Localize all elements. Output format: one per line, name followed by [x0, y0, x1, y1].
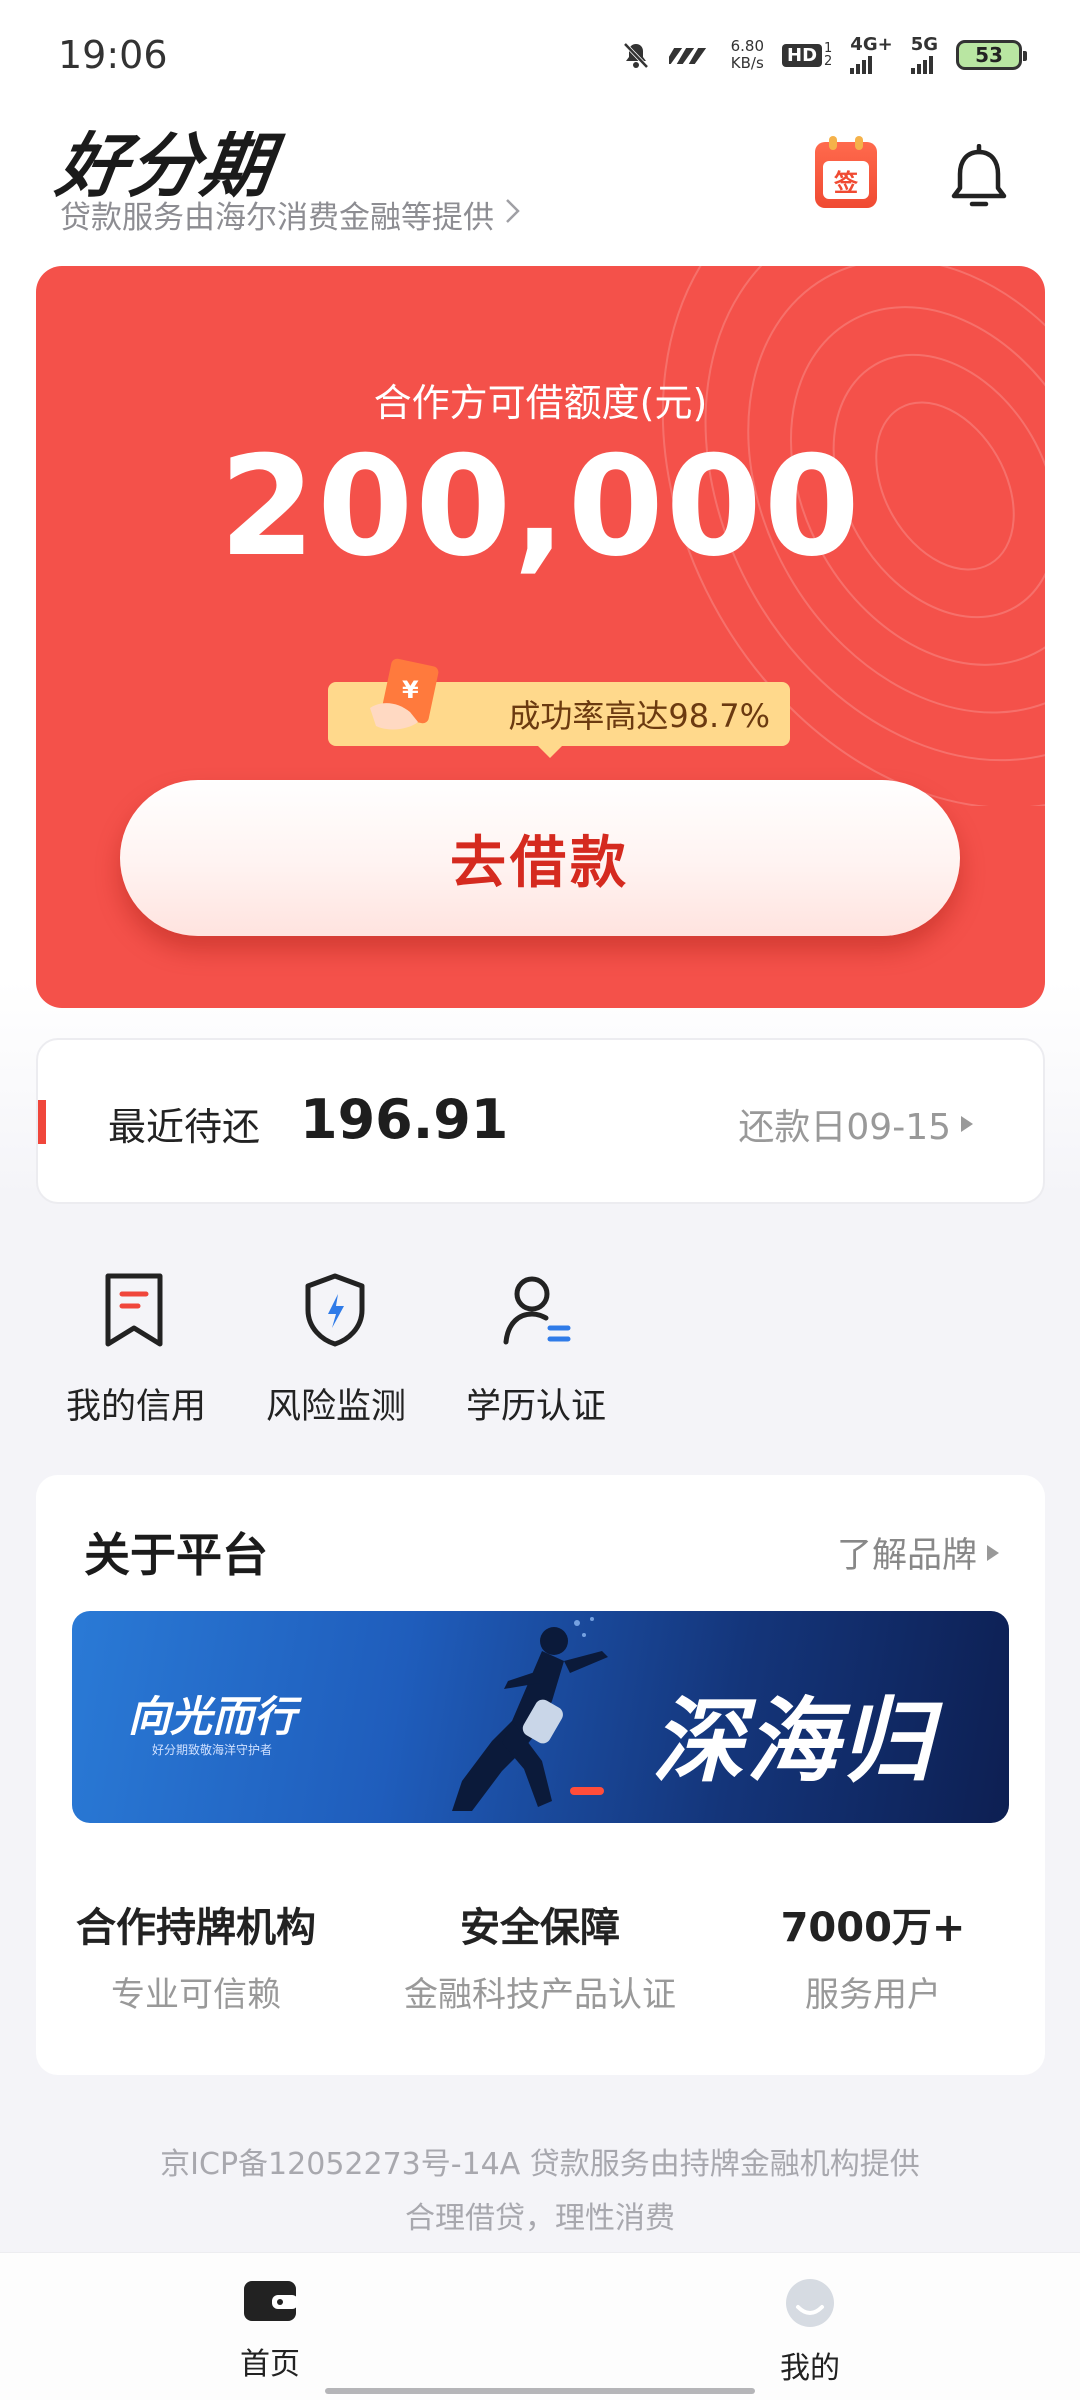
- credit-card: 合作方可借额度(元) 200,000 ¥ 成功率高达98.7% 去借款: [36, 266, 1045, 1008]
- feature-title: 7000万+: [780, 1905, 966, 1951]
- learn-brand-link[interactable]: 了解品牌: [837, 1527, 999, 1578]
- feature-security: 安全保障 金融科技产品认证: [370, 1895, 710, 2016]
- status-icons: 6.80 KB/s HD 1 2 4G+ 5G 53: [621, 34, 1027, 74]
- nav-mine[interactable]: 我的: [730, 2277, 890, 2387]
- feature-title: 安全保障: [460, 1905, 620, 1951]
- nav-home-label: 首页: [240, 2347, 300, 2382]
- about-platform-card: 关于平台 了解品牌 向光而行 好分期致敬海洋守护者 深海归途 合作持牌机构 专业…: [36, 1475, 1045, 2075]
- signal-icon-2: 5G: [910, 34, 938, 74]
- network-speed: 6.80 KB/s: [731, 38, 764, 72]
- feature-users: 7000万+ 服务用户: [703, 1895, 1043, 2016]
- banner-right-text: 深海归途: [652, 1688, 935, 1823]
- education-user-icon: [502, 1272, 571, 1348]
- home-indicator[interactable]: [325, 2388, 755, 2394]
- credit-bookmark-icon: [102, 1272, 166, 1348]
- success-rate-tag: ¥ 成功率高达98.7%: [328, 658, 790, 758]
- quick-action-risk[interactable]: 风险监测: [266, 1272, 406, 1432]
- header: 好分期 贷款服务由海尔消费金融等提供 签: [0, 100, 1080, 250]
- net-speed-unit: KB/s: [730, 54, 764, 72]
- signal-1-label: 4G+: [850, 34, 893, 55]
- hd-indicator: HD 1 2: [782, 42, 832, 68]
- risk-shield-icon: [302, 1272, 366, 1348]
- triangle-right-icon: [961, 1116, 973, 1132]
- hd-sub2: 2: [824, 54, 833, 69]
- battery-icon: 53: [956, 40, 1027, 70]
- coupon-symbol: ¥: [402, 676, 419, 704]
- wallet-home-icon: [244, 2281, 298, 2321]
- diver-illustration: [452, 1617, 608, 1811]
- signal-2-label: 5G: [910, 34, 938, 55]
- quick-action-education[interactable]: 学历认证: [466, 1272, 606, 1432]
- banner-page-indicator: [570, 1787, 604, 1795]
- coupon-hand-icon: ¥: [368, 656, 454, 748]
- learn-brand-label: 了解品牌: [836, 1536, 977, 1576]
- footer-slogan: 合理借贷，理性消费: [405, 2201, 675, 2236]
- credit-limit-label: 合作方可借额度(元): [373, 381, 708, 425]
- bottom-nav: 首页 我的: [0, 2252, 1080, 2400]
- footer-license: 京ICP备12052273号-14A 贷款服务由持牌金融机构提供: [160, 2147, 920, 2182]
- repayment-date: 还款日09-15: [738, 1107, 951, 1148]
- bell-icon[interactable]: [948, 143, 1010, 210]
- calendar-sign-icon[interactable]: 签: [815, 136, 877, 208]
- repayment-date-link[interactable]: 还款日09-15: [738, 1098, 973, 1150]
- quick-action-label: 学历认证: [466, 1387, 607, 1427]
- credit-limit-amount: 200,000: [219, 426, 862, 587]
- net-speed-value: 6.80: [730, 37, 764, 55]
- quick-action-label: 风险监测: [266, 1387, 407, 1427]
- battery-level: 53: [975, 43, 1003, 67]
- borrow-button[interactable]: 去借款: [120, 780, 960, 936]
- chevron-right-icon: [504, 196, 522, 234]
- repayment-label: 最近待还: [108, 1105, 261, 1149]
- provider-text: 贷款服务由海尔消费金融等提供: [60, 200, 494, 236]
- nav-home[interactable]: 首页: [190, 2277, 350, 2383]
- banner-small-text: 好分期致敬海洋守护者: [152, 1743, 273, 1757]
- sign-label: 签: [823, 161, 869, 199]
- signal-icon-1: 4G+: [850, 34, 893, 74]
- carrier-icon: [668, 44, 713, 66]
- quick-action-credit[interactable]: 我的信用: [66, 1272, 206, 1432]
- quick-action-label: 我的信用: [66, 1387, 207, 1427]
- mute-icon: [621, 40, 651, 70]
- status-time: 19:06: [58, 33, 168, 77]
- feature-subtitle: 专业可信赖: [111, 1975, 281, 2015]
- status-bar: 19:06 6.80 KB/s HD 1 2 4G+ 5G 53: [0, 0, 1080, 110]
- nav-mine-label: 我的: [780, 2351, 840, 2386]
- feature-subtitle: 金融科技产品认证: [404, 1975, 676, 2015]
- about-title: 关于平台: [84, 1528, 268, 1582]
- brand-banner[interactable]: 向光而行 好分期致敬海洋守护者 深海归途: [72, 1611, 1009, 1823]
- banner-left-text: 向光而行: [128, 1692, 297, 1741]
- feature-title: 合作持牌机构: [76, 1905, 316, 1951]
- repayment-accent-bar: [38, 1100, 46, 1144]
- feature-licensed: 合作持牌机构 专业可信赖: [26, 1895, 366, 2016]
- hd-label: HD: [782, 43, 823, 67]
- feature-subtitle: 服务用户: [805, 1975, 941, 2015]
- recent-repayment-card[interactable]: 最近待还 196.91 还款日09-15: [36, 1038, 1045, 1204]
- provider-link[interactable]: 贷款服务由海尔消费金融等提供: [60, 192, 522, 237]
- profile-face-icon: [786, 2279, 834, 2327]
- triangle-right-icon: [987, 1544, 999, 1561]
- repayment-amount: 196.91: [300, 1088, 509, 1151]
- footer: 京ICP备12052273号-14A 贷款服务由持牌金融机构提供 合理借贷，理性…: [0, 2138, 1080, 2246]
- success-rate-text: 成功率高达98.7%: [508, 697, 770, 735]
